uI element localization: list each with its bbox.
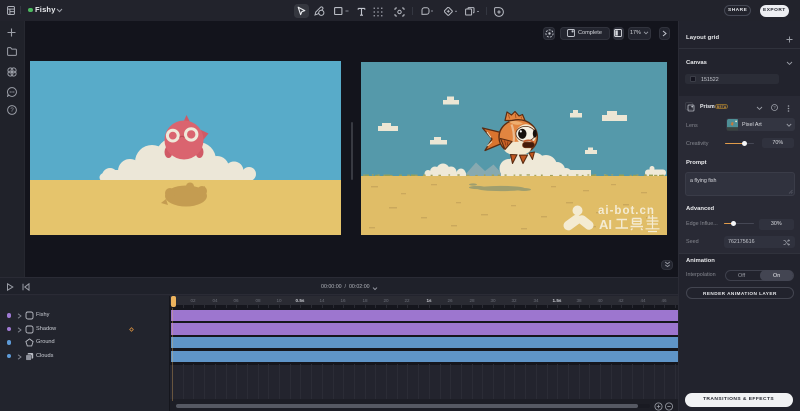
svg-text:?: ? — [773, 105, 776, 110]
svg-text:?: ? — [10, 108, 14, 114]
svg-text:ai-bot.cn: ai-bot.cn — [598, 205, 655, 217]
svg-text:AI: AI — [599, 217, 612, 232]
